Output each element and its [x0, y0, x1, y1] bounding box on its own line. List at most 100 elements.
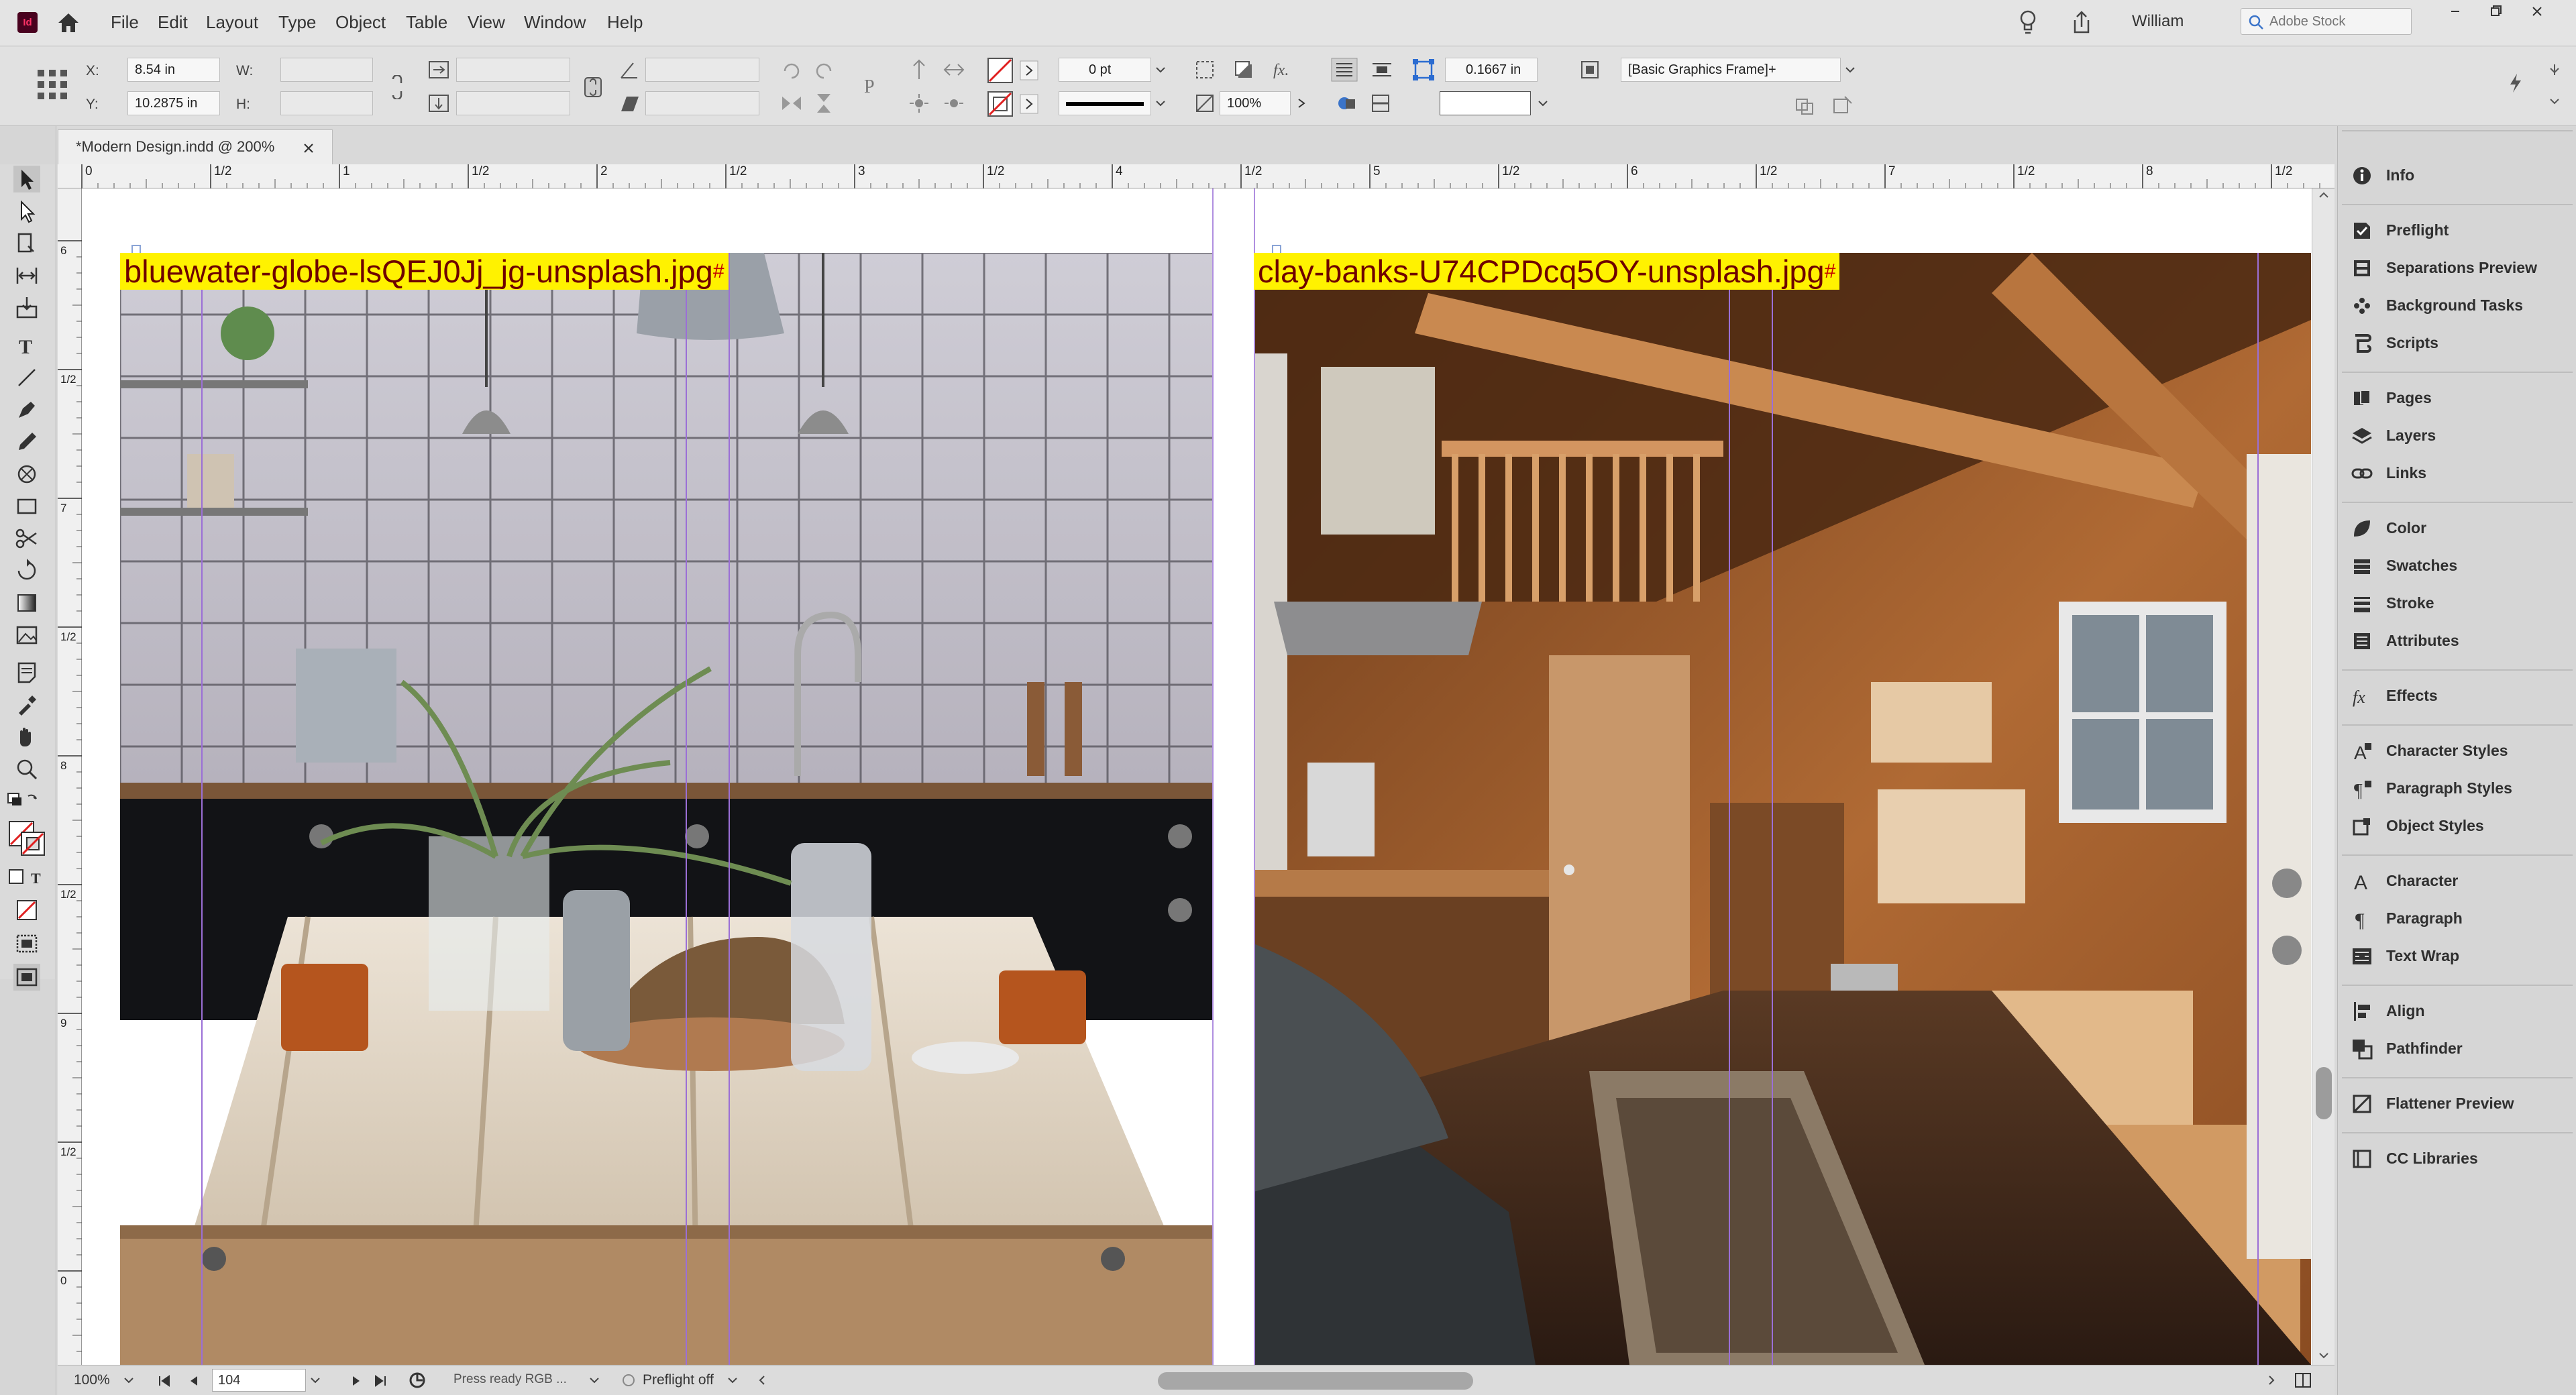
clear-overrides-icon[interactable]	[1792, 94, 1817, 118]
panel-flattener-preview[interactable]: Flattener Preview	[2351, 1089, 2566, 1119]
menu-file[interactable]: File	[111, 12, 139, 33]
page-number-field[interactable]: 104	[212, 1369, 306, 1392]
panel-character-styles[interactable]: A Character Styles	[2351, 736, 2566, 766]
page-tool-icon[interactable]	[13, 230, 40, 257]
adobe-stock-search[interactable]	[2241, 8, 2412, 35]
line-tool-icon[interactable]	[13, 364, 40, 391]
reference-point-icon[interactable]	[34, 66, 71, 103]
image-frame-cabin[interactable]: clay-banks-U74CPDcq5OY-unsplash.jpg#	[1254, 253, 2311, 1365]
default-fill-stroke-icon[interactable]	[7, 791, 47, 818]
screen-mode-icon[interactable]	[13, 930, 40, 957]
user-name[interactable]: William	[2132, 12, 2184, 31]
menu-table[interactable]: Table	[406, 12, 447, 33]
flip-vertical-icon[interactable]	[812, 91, 836, 115]
select-previous-icon[interactable]	[907, 91, 931, 115]
panel-pages[interactable]: Pages	[2351, 384, 2566, 413]
open-page-icon[interactable]	[408, 1371, 427, 1390]
formatting-affects-icon[interactable]: T	[8, 864, 48, 891]
chevron-down-icon[interactable]	[1152, 58, 1169, 82]
menu-view[interactable]: View	[468, 12, 505, 33]
select-content-icon[interactable]	[942, 58, 966, 82]
opacity-arrow-icon[interactable]	[1292, 91, 1311, 115]
horizontal-scroll-thumb[interactable]	[1158, 1372, 1473, 1390]
y-field[interactable]: 10.2875 in	[127, 91, 220, 115]
split-window-icon[interactable]	[2294, 1372, 2312, 1388]
wrap-bounding-icon[interactable]	[1368, 58, 1395, 82]
panel-color[interactable]: Color	[2351, 514, 2566, 543]
stroke-arrow-icon[interactable]	[1020, 94, 1038, 114]
w-field[interactable]	[280, 58, 373, 82]
fx-icon[interactable]: fx.	[1272, 58, 1296, 82]
apply-none-icon[interactable]	[13, 897, 40, 924]
chevron-down-icon[interactable]	[1535, 91, 1551, 115]
align-stroke-icon[interactable]	[1368, 91, 1393, 115]
scale-y-field[interactable]	[456, 91, 570, 115]
object-style-dropdown[interactable]: [Basic Graphics Frame]+	[1621, 58, 1841, 82]
fit-content-icon[interactable]	[1410, 58, 1437, 82]
menu-layout[interactable]: Layout	[206, 12, 258, 33]
image-placeholder-icon[interactable]	[13, 622, 40, 649]
chevron-down-icon[interactable]	[1842, 58, 1858, 82]
pencil-tool-icon[interactable]	[13, 429, 40, 455]
flip-horizontal-icon[interactable]	[780, 91, 804, 115]
color-blend-icon[interactable]	[1335, 91, 1359, 115]
stroke-type-field[interactable]	[1059, 91, 1151, 115]
close-icon[interactable]	[301, 141, 316, 156]
new-style-icon[interactable]	[1830, 94, 1854, 118]
rotate-cw-icon[interactable]	[780, 58, 804, 82]
panel-stroke[interactable]: Stroke	[2351, 589, 2566, 618]
scissors-tool-icon[interactable]	[13, 525, 40, 552]
wrap-none-icon[interactable]	[1331, 58, 1358, 82]
panel-effects[interactable]: fx Effects	[2351, 681, 2566, 711]
opacity-field[interactable]: 100%	[1220, 91, 1291, 115]
scroll-down-icon[interactable]	[2318, 1349, 2330, 1362]
first-page-icon[interactable]	[157, 1374, 172, 1388]
horizontal-ruler[interactable]: 0 1/2 1 1/2 2 1/2 3 1/2 4 1/2 5 1/2 6 1/2 7 1/2 8 1/2	[58, 164, 2334, 188]
scale-x-field[interactable]	[456, 58, 570, 82]
panel-character[interactable]: A Character	[2351, 867, 2566, 896]
rotate-ccw-icon[interactable]	[812, 58, 836, 82]
menu-type[interactable]: Type	[278, 12, 316, 33]
chevron-down-icon[interactable]	[726, 1374, 739, 1387]
vertical-scrollbar[interactable]	[2312, 188, 2334, 1365]
scroll-up-icon[interactable]	[2318, 188, 2330, 202]
lightbulb-icon[interactable]	[2019, 9, 2037, 36]
vertical-ruler[interactable]: 6 1/2 7 1/2 8 1/2 9 1/2 0	[58, 188, 82, 1365]
panel-swatches[interactable]: Swatches	[2351, 551, 2566, 581]
panel-background-tasks[interactable]: Background Tasks	[2351, 291, 2566, 321]
preflight-profile-text[interactable]: Press ready RGB ...	[453, 1372, 567, 1387]
pen-tool-icon[interactable]	[13, 396, 40, 423]
gap-tool-icon[interactable]	[13, 262, 40, 289]
panel-layers[interactable]: Layers	[2351, 421, 2566, 451]
gradient-tool-icon[interactable]	[13, 590, 40, 616]
lightning-icon[interactable]	[2504, 71, 2528, 95]
note-tool-icon[interactable]	[13, 659, 40, 686]
direct-selection-tool-icon[interactable]	[13, 198, 40, 225]
preview-mode-icon[interactable]	[13, 964, 40, 991]
panel-scripts[interactable]: Scripts	[2351, 329, 2566, 358]
panel-info[interactable]: Info	[2351, 161, 2566, 190]
panel-preflight[interactable]: Preflight	[2351, 216, 2566, 245]
constrain-scale-icon[interactable]	[581, 75, 605, 99]
select-container-icon[interactable]	[907, 58, 931, 82]
preflight-status-icon[interactable]	[621, 1373, 636, 1388]
h-field[interactable]	[280, 91, 373, 115]
rectangle-tool-icon[interactable]	[13, 493, 40, 520]
stroke-color-field[interactable]	[1440, 91, 1531, 115]
fill-stroke-swatch-icon[interactable]	[8, 820, 48, 858]
constrain-proportions-icon[interactable]	[385, 75, 409, 99]
zoom-level[interactable]: 100%	[74, 1372, 110, 1388]
fitting-icon[interactable]	[1193, 58, 1217, 82]
home-icon[interactable]	[56, 11, 80, 35]
close-icon[interactable]	[2517, 0, 2557, 23]
select-next-icon[interactable]	[942, 91, 966, 115]
panel-separations-preview[interactable]: Separations Preview	[2351, 254, 2566, 283]
vertical-scroll-thumb[interactable]	[2316, 1067, 2332, 1119]
menu-object[interactable]: Object	[335, 12, 386, 33]
panel-attributes[interactable]: Attributes	[2351, 626, 2566, 656]
content-collector-icon[interactable]	[13, 294, 40, 321]
panel-links[interactable]: Links	[2351, 459, 2566, 488]
panel-paragraph[interactable]: ¶ Paragraph	[2351, 904, 2566, 934]
preflight-status[interactable]: Preflight off	[643, 1372, 714, 1388]
chevron-down-icon[interactable]	[588, 1374, 601, 1387]
